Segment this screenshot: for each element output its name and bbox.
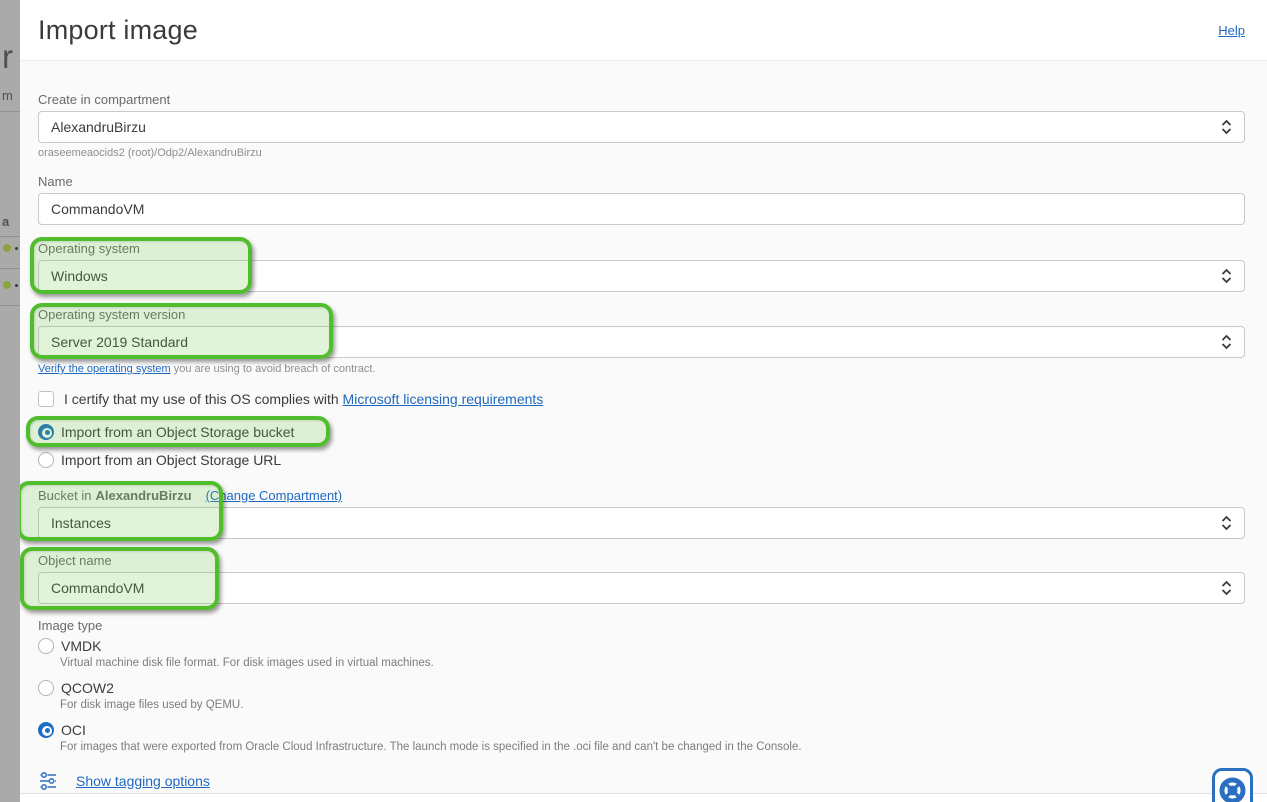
import-image-form: Create in compartment AlexandruBirzu ora… [20, 61, 1267, 802]
compartment-select-value: AlexandruBirzu [51, 119, 1221, 135]
background-text-fragment: a [2, 214, 9, 229]
radio-selected-icon[interactable] [38, 424, 54, 440]
bucket-select-value: Instances [51, 515, 1221, 531]
source-option-url-label: Import from an Object Storage URL [61, 452, 281, 468]
verify-os-link[interactable]: Verify the operating system [38, 363, 171, 375]
radio-selected-icon[interactable] [38, 722, 54, 738]
image-type-label: Image type [38, 618, 1245, 634]
compartment-path-text: oraseemeaocids2 (root)/Odp2/AlexandruBir… [38, 147, 1245, 160]
name-input[interactable]: CommandoVM [38, 193, 1245, 225]
image-type-option-qcow2[interactable]: QCOW2 [38, 679, 1245, 696]
background-text-fragment: r [2, 38, 13, 76]
image-type-oci-label: OCI [61, 722, 86, 738]
page-title: Import image [38, 15, 198, 46]
chevron-updown-icon [1221, 334, 1232, 350]
divider [0, 268, 20, 269]
help-link[interactable]: Help [1218, 23, 1245, 38]
show-tagging-options-link[interactable]: Show tagging options [76, 773, 210, 789]
change-compartment-link[interactable]: (Change Compartment) [206, 488, 343, 503]
divider [0, 305, 20, 306]
name-input-value: CommandoVM [51, 201, 1232, 217]
divider [0, 111, 20, 112]
panel-header: Import image Help [20, 0, 1267, 61]
lifebuoy-icon [1219, 777, 1246, 802]
verify-note-text: you are using to avoid breach of contrac… [171, 363, 376, 375]
os-version-select[interactable]: Server 2019 Standard [38, 326, 1245, 358]
source-option-bucket[interactable]: Import from an Object Storage bucket [38, 423, 1245, 440]
object-name-select[interactable]: CommandoVM [38, 572, 1245, 604]
radio-unselected-icon[interactable] [38, 680, 54, 696]
status-dot-icon [3, 281, 11, 289]
compartment-label: Create in compartment [38, 92, 1245, 108]
object-name-label: Object name [38, 553, 1245, 569]
certify-text: I certify that my use of this OS complie… [64, 391, 339, 407]
verify-note: Verify the operating system you are usin… [38, 363, 1245, 377]
source-option-url[interactable]: Import from an Object Storage URL [38, 451, 1245, 468]
image-type-vmdk-description: Virtual machine disk file format. For di… [60, 657, 1245, 671]
chevron-updown-icon [1221, 515, 1232, 531]
radio-unselected-icon[interactable] [38, 452, 54, 468]
chevron-updown-icon [1221, 580, 1232, 596]
image-type-vmdk-label: VMDK [61, 638, 101, 654]
image-type-option-vmdk[interactable]: VMDK [38, 637, 1245, 654]
import-image-page: r m a Import image Help Create in compar… [0, 0, 1267, 802]
chevron-updown-icon [1221, 268, 1232, 284]
name-label: Name [38, 174, 1245, 190]
bucket-select[interactable]: Instances [38, 507, 1245, 539]
bucket-compartment-name: AlexandruBirzu [95, 488, 191, 503]
os-version-label: Operating system version [38, 307, 1245, 323]
bucket-label: Bucket in [38, 488, 91, 503]
image-type-oci-description: For images that were exported from Oracl… [60, 741, 1245, 755]
os-select-value: Windows [51, 268, 1221, 284]
footer-divider [20, 793, 1267, 802]
tagging-sliders-icon [38, 771, 58, 791]
microsoft-licensing-link[interactable]: Microsoft licensing requirements [343, 391, 544, 407]
compartment-select[interactable]: AlexandruBirzu [38, 111, 1245, 143]
background-text-fragment: m [2, 88, 13, 103]
os-label: Operating system [38, 241, 1245, 257]
background-page-strip: r m a [0, 0, 20, 802]
source-option-bucket-label: Import from an Object Storage bucket [61, 424, 294, 440]
support-button[interactable] [1212, 768, 1253, 802]
os-select[interactable]: Windows [38, 260, 1245, 292]
divider [0, 236, 20, 237]
image-type-option-oci[interactable]: OCI [38, 721, 1245, 738]
status-dot-icon [3, 244, 11, 252]
background-text-fragment [15, 284, 18, 287]
image-type-qcow2-label: QCOW2 [61, 680, 114, 696]
object-name-select-value: CommandoVM [51, 580, 1221, 596]
image-type-qcow2-description: For disk image files used by QEMU. [60, 699, 1245, 713]
radio-unselected-icon[interactable] [38, 638, 54, 654]
chevron-updown-icon [1221, 119, 1232, 135]
background-text-fragment [15, 247, 18, 250]
certify-checkbox[interactable] [38, 391, 54, 407]
os-version-select-value: Server 2019 Standard [51, 334, 1221, 350]
